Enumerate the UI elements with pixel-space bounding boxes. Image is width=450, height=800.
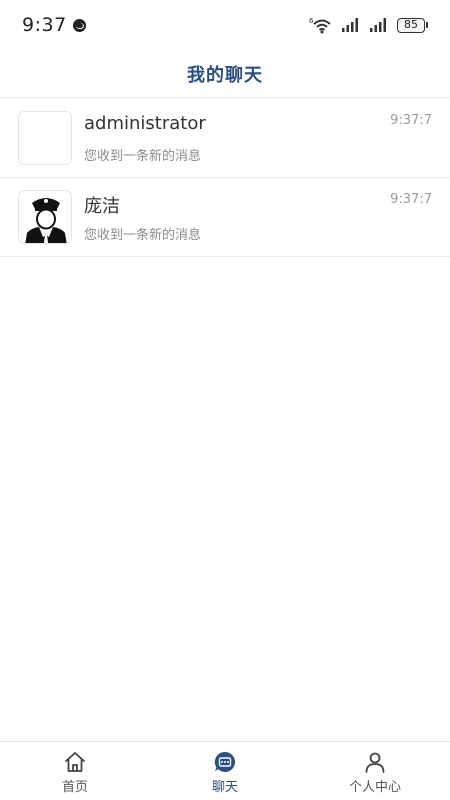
status-bar: 9:37 6 85 [0, 0, 450, 50]
chat-list: administrator 您收到一条新的消息 9:37:7 庞洁 您收到一条新… [0, 99, 450, 257]
status-left: 9:37 [22, 14, 86, 36]
network-generation-label: 6 [309, 17, 314, 25]
status-time: 9:37 [22, 14, 67, 36]
chat-item[interactable]: administrator 您收到一条新的消息 9:37:7 [0, 99, 450, 178]
battery-icon: 85 [397, 17, 428, 33]
signal-icon [342, 18, 358, 32]
police-officer-icon [25, 198, 67, 243]
wifi-icon: 6 [309, 17, 331, 34]
notification-app-icon [72, 18, 86, 32]
chat-preview: 您收到一条新的消息 [84, 149, 202, 164]
police-officer-avatar [18, 190, 72, 244]
chat-time: 9:37:7 [390, 113, 432, 128]
tab-chat[interactable]: 聊天 [150, 742, 300, 800]
tab-home[interactable]: 首页 [0, 742, 150, 800]
tab-bar: 首页 聊天 个人中心 [0, 741, 450, 800]
tab-profile[interactable]: 个人中心 [300, 742, 450, 800]
battery-tip [426, 22, 428, 28]
chat-icon [214, 751, 236, 772]
home-icon [65, 752, 85, 772]
status-right: 6 85 [309, 16, 428, 34]
chat-preview: 您收到一条新的消息 [84, 228, 202, 243]
signal-icon-secondary [370, 18, 386, 32]
chat-name: 庞洁 [84, 196, 120, 217]
tab-label: 首页 [61, 780, 88, 795]
blank-avatar [18, 111, 72, 165]
tab-label: 聊天 [211, 780, 238, 795]
person-icon [365, 752, 385, 773]
chat-time: 9:37:7 [390, 192, 432, 207]
battery-level: 85 [397, 17, 425, 33]
chat-name: administrator [84, 113, 206, 134]
tab-label: 个人中心 [348, 780, 401, 795]
page-title: 我的聊天 [187, 64, 263, 86]
title-bar: 我的聊天 [0, 50, 450, 98]
chat-item[interactable]: 庞洁 您收到一条新的消息 9:37:7 [0, 178, 450, 257]
